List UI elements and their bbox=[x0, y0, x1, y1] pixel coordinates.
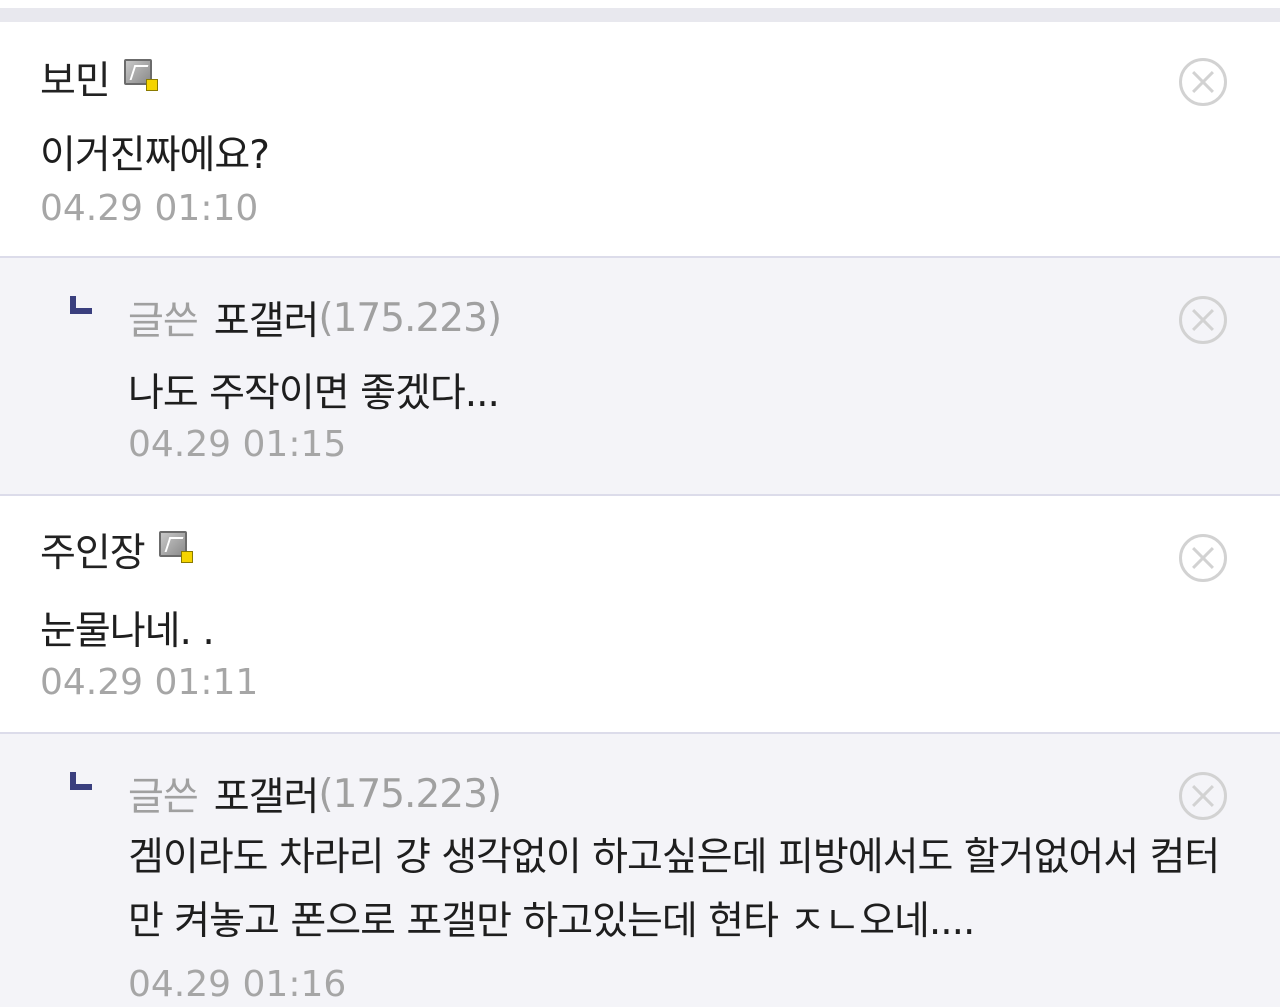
reply-nickname[interactable]: 포갤러 bbox=[214, 766, 320, 822]
writer-label: 글쓴 bbox=[128, 299, 199, 344]
comment-list-page: 보민 이거진짜에요? 04.29 01:10 글쓴 포갤러 (175.223) … bbox=[0, 0, 1280, 1007]
comment-item: 주인장 눈물나네. . 04.29 01:11 bbox=[0, 496, 1280, 732]
fixed-member-icon bbox=[123, 59, 158, 91]
reply-arrow-icon bbox=[70, 296, 92, 314]
fixed-member-icon bbox=[158, 531, 193, 563]
reply-arrow-icon bbox=[70, 772, 92, 790]
comment-text: 이거진짜에요? bbox=[40, 133, 270, 178]
delete-reply-button[interactable] bbox=[1179, 296, 1227, 344]
reply-item: 글쓴 포갤러 (175.223) 나도 주작이면 좋겠다... 04.29 01… bbox=[0, 258, 1280, 494]
reply-nickname[interactable]: 포갤러 bbox=[214, 290, 320, 346]
delete-comment-button[interactable] bbox=[1179, 58, 1227, 106]
delete-reply-button[interactable] bbox=[1179, 772, 1227, 820]
comment-nickname[interactable]: 보민 bbox=[40, 50, 111, 106]
comment-timestamp: 04.29 01:11 bbox=[40, 662, 259, 703]
top-separator-bar bbox=[0, 0, 1280, 22]
reply-timestamp: 04.29 01:16 bbox=[128, 964, 347, 1005]
comment-text: 눈물나네. . bbox=[40, 609, 215, 654]
comment-author-line: 주인장 bbox=[40, 522, 193, 578]
comment-item: 보민 이거진짜에요? 04.29 01:10 bbox=[0, 22, 1280, 256]
reply-item: 글쓴 포갤러 (175.223) 겜이라도 차라리 걍 생각없이 하고싶은데 피… bbox=[0, 734, 1280, 1007]
reply-ip: (175.223) bbox=[318, 771, 502, 817]
reply-ip: (175.223) bbox=[318, 295, 502, 341]
comment-timestamp: 04.29 01:10 bbox=[40, 188, 259, 229]
writer-label: 글쓴 bbox=[128, 775, 199, 820]
reply-text: 겜이라도 차라리 걍 생각없이 하고싶은데 피방에서도 할거없어서 컴터만 켜놓… bbox=[128, 835, 1220, 944]
comment-author-line: 보민 bbox=[40, 50, 158, 106]
reply-timestamp: 04.29 01:15 bbox=[128, 424, 347, 465]
reply-author-line: 글쓴 포갤러 (175.223) bbox=[128, 290, 502, 346]
reply-text: 나도 주작이면 좋겠다... bbox=[128, 371, 500, 416]
comment-nickname[interactable]: 주인장 bbox=[40, 522, 146, 578]
reply-author-line: 글쓴 포갤러 (175.223) bbox=[128, 766, 502, 822]
delete-comment-button[interactable] bbox=[1179, 534, 1227, 582]
